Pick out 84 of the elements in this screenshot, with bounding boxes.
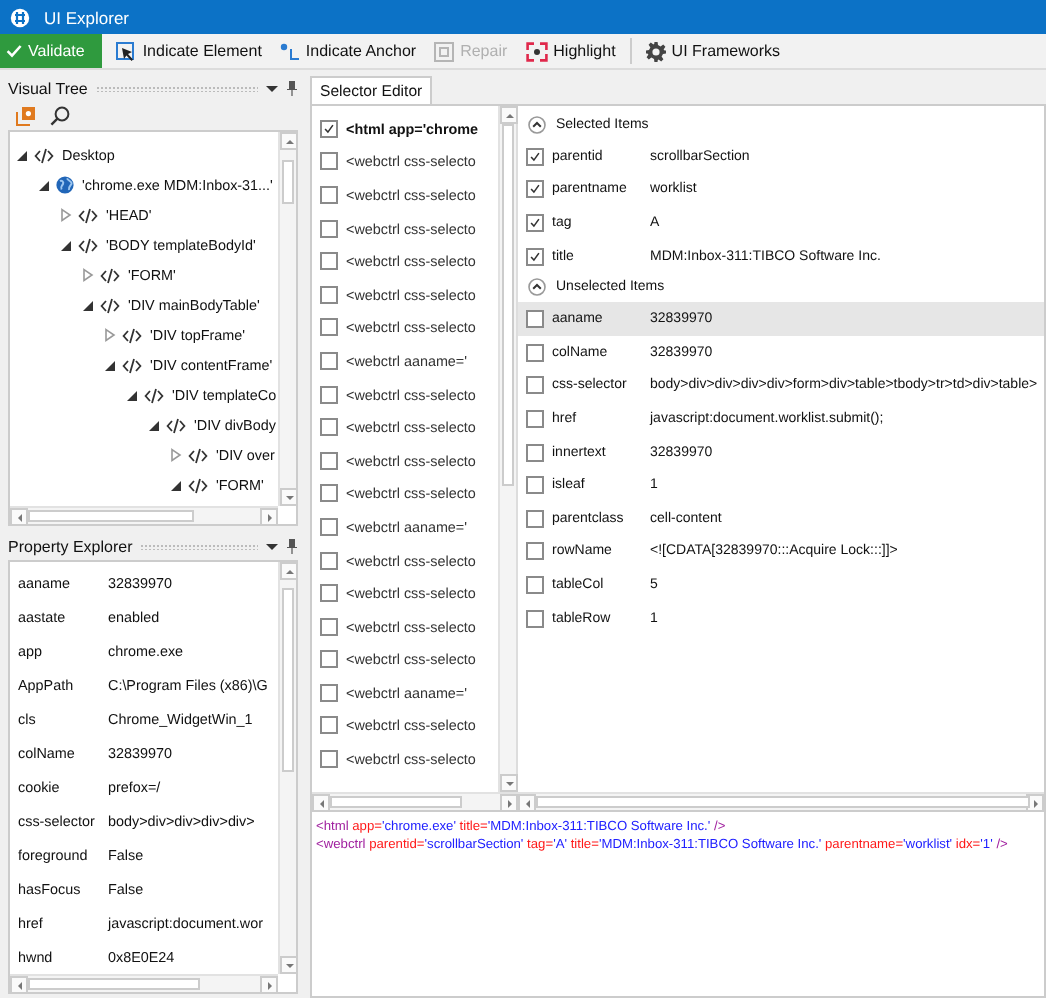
pin-icon[interactable] [286,80,298,96]
app-icon [10,7,30,27]
panel-title: Property Explorer [8,537,133,555]
code-icon [166,417,186,433]
checkbox[interactable] [320,451,338,470]
panel-title: Visual Tree [8,79,88,97]
triangle-icon[interactable] [126,389,138,401]
checkbox[interactable] [526,180,544,199]
window-title: UI Explorer [44,7,130,27]
triangle-icon[interactable] [170,479,182,491]
triangle-icon[interactable] [38,179,50,191]
checkbox[interactable] [320,152,338,171]
scrollbar[interactable] [312,792,518,810]
cursor-icon [116,41,137,61]
triangle-icon[interactable] [148,419,160,431]
code-icon [78,207,98,223]
code-icon [122,327,142,343]
checkbox[interactable] [526,247,544,266]
checkbox[interactable] [526,213,544,232]
checkbox[interactable] [320,318,338,337]
code-icon [122,357,142,373]
code-icon [78,237,98,253]
triangle-icon[interactable] [82,299,94,311]
element-icon[interactable] [16,106,36,126]
toolbar-button[interactable]: Indicate Anchor [275,36,421,66]
checkbox[interactable] [320,650,338,669]
triangle-icon[interactable] [104,359,116,371]
check-icon [6,44,22,58]
code-icon [34,147,54,163]
scrollbar[interactable] [498,106,516,792]
collapse-icon[interactable] [528,116,546,134]
checkbox[interactable] [526,409,544,428]
checkbox[interactable] [320,185,338,204]
highlight-icon [525,41,548,61]
checkbox[interactable] [526,542,544,561]
checkbox[interactable] [320,119,338,138]
checkbox[interactable] [526,376,544,395]
toolbar-button[interactable]: UI Frameworks [641,36,785,66]
checkbox[interactable] [320,517,338,536]
checkbox[interactable] [320,219,338,238]
code-icon [100,267,120,283]
checkbox[interactable] [320,351,338,370]
checkbox[interactable] [526,575,544,594]
checkbox[interactable] [320,617,338,636]
checkbox[interactable] [526,509,544,528]
checkbox[interactable] [526,476,544,495]
checkbox[interactable] [526,310,544,329]
code-icon [188,477,208,493]
dropdown-icon[interactable] [266,83,278,93]
triangle-icon[interactable] [60,239,72,251]
checkbox[interactable] [320,683,338,702]
pin-icon[interactable] [286,538,298,554]
checkbox[interactable] [526,343,544,362]
gear-icon [645,41,666,61]
checkbox[interactable] [320,385,338,404]
anchor-icon [279,41,300,61]
toolbar-button[interactable]: Validate [0,34,103,68]
dropdown-icon[interactable] [266,541,278,551]
scrollbar[interactable] [10,974,278,992]
code-icon [100,297,120,313]
checkbox[interactable] [526,147,544,166]
checkbox[interactable] [320,418,338,437]
checkbox[interactable] [320,584,338,603]
checkbox[interactable] [526,443,544,462]
checkbox[interactable] [320,252,338,271]
code-icon [144,387,164,403]
scrollbar[interactable] [10,506,278,524]
checkbox[interactable] [526,609,544,628]
checkbox[interactable] [320,551,338,570]
checkbox[interactable] [320,484,338,503]
checkbox[interactable] [320,285,338,304]
collapse-icon[interactable] [528,278,546,297]
scrollbar[interactable] [518,792,1044,810]
checkbox[interactable] [320,750,338,769]
triangle-icon[interactable] [16,149,28,161]
square-icon [434,41,455,61]
toolbar-button[interactable]: Highlight [521,36,620,66]
code-icon [188,447,208,463]
globe-icon [56,176,74,194]
toolbar-button[interactable]: Indicate Element [112,36,266,66]
scrollbar[interactable] [278,562,296,974]
scrollbar[interactable] [278,132,296,506]
search-icon[interactable] [50,106,70,126]
checkbox[interactable] [320,716,338,735]
